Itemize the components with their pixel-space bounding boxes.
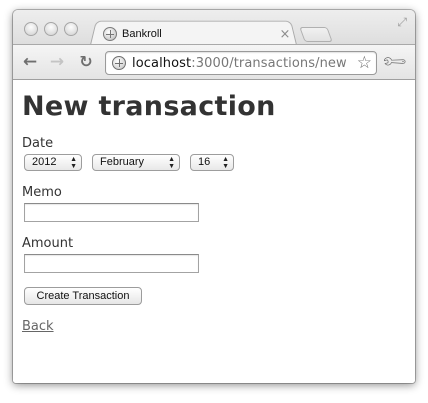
url-text[interactable]: localhost:3000/transactions/new xyxy=(132,56,347,71)
fullscreen-icon[interactable]: ⤢ xyxy=(397,15,407,30)
month-select[interactable]: February ▲ ▼ xyxy=(92,154,180,171)
year-select[interactable]: 2012 ▲ ▼ xyxy=(24,154,82,171)
amount-label: Amount xyxy=(22,236,74,251)
page-content: New transaction Date 2012 ▲ ▼ February ▲ ▼… xyxy=(13,81,415,383)
back-arrow-icon[interactable]: ← xyxy=(20,52,40,72)
back-link[interactable]: Back xyxy=(22,319,54,334)
new-tab-button[interactable] xyxy=(299,27,333,42)
memo-label: Memo xyxy=(22,185,62,200)
month-value: February xyxy=(100,156,145,168)
url-host: localhost xyxy=(132,55,192,71)
close-window-button[interactable] xyxy=(24,22,38,36)
browser-tab[interactable]: Bankroll × xyxy=(99,24,295,44)
memo-field[interactable] xyxy=(24,203,199,222)
forward-arrow-icon[interactable]: → xyxy=(47,52,67,72)
address-bar[interactable]: localhost:3000/transactions/new ☆ xyxy=(105,51,377,75)
wrench-icon[interactable]: 🔧︎ xyxy=(380,47,409,76)
create-transaction-button[interactable]: Create Transaction xyxy=(24,287,142,305)
minimize-window-button[interactable] xyxy=(44,22,58,36)
reload-icon[interactable]: ↻ xyxy=(76,52,96,72)
url-path: :3000/transactions/new xyxy=(191,55,347,71)
browser-toolbar: ← → ↻ localhost:3000/transactions/new ☆ … xyxy=(13,44,415,80)
globe-icon xyxy=(112,56,126,70)
tab-close-icon[interactable]: × xyxy=(279,27,291,42)
amount-field[interactable] xyxy=(24,254,199,273)
globe-icon xyxy=(103,27,117,41)
star-icon[interactable]: ☆ xyxy=(357,53,372,73)
year-value: 2012 xyxy=(32,156,57,168)
tab-title: Bankroll xyxy=(122,28,162,40)
day-value: 16 xyxy=(198,156,211,168)
select-arrows-icon: ▲ ▼ xyxy=(168,155,175,170)
title-bar: Bankroll × ⤢ xyxy=(13,10,415,45)
date-label: Date xyxy=(22,136,54,151)
day-select[interactable]: 16 ▲ ▼ xyxy=(190,154,234,171)
zoom-window-button[interactable] xyxy=(64,22,78,36)
select-arrows-icon: ▲ ▼ xyxy=(70,155,77,170)
browser-window: Bankroll × ⤢ ← → ↻ localhost:3000/transa… xyxy=(13,10,415,383)
page-title: New transaction xyxy=(22,91,276,122)
select-arrows-icon: ▲ ▼ xyxy=(222,155,229,170)
